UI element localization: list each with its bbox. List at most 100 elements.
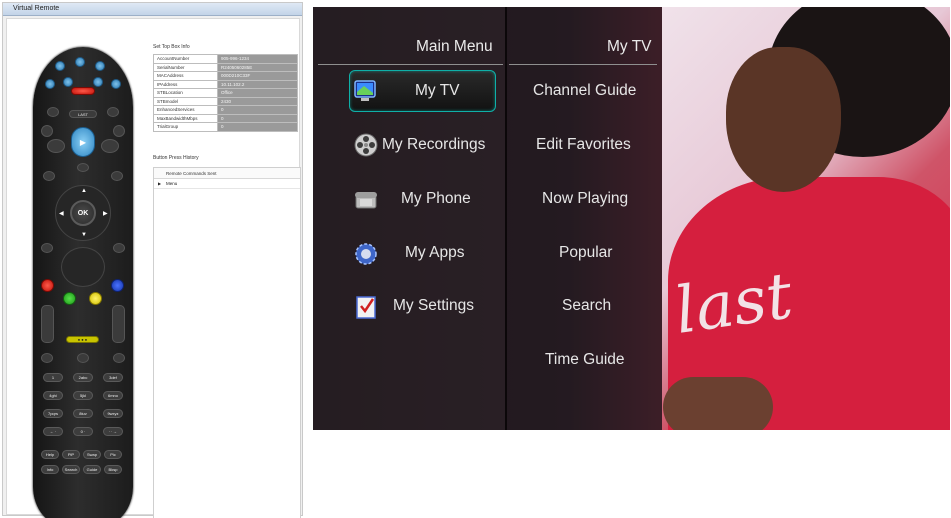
help-key[interactable]: Help: [41, 450, 59, 459]
info-value: 10.11.102.2: [217, 79, 298, 89]
info-key: EnhancedServices: [153, 105, 218, 115]
exit-button[interactable]: [113, 243, 125, 253]
info-key[interactable]: Info: [41, 465, 59, 474]
info-value: 2430: [217, 96, 298, 106]
number-key-7[interactable]: 7pqrs: [43, 409, 63, 418]
red-button[interactable]: [41, 279, 54, 292]
volume-rocker[interactable]: [41, 305, 54, 343]
submenu-header: My TV: [607, 38, 652, 55]
skip-button[interactable]: [113, 125, 125, 137]
tv-screen: last Main Menu My TV My TV My Recordings: [313, 7, 950, 430]
remote-top-button-2[interactable]: [75, 57, 85, 67]
info-row: SerialNumber R2405060285E: [153, 62, 298, 72]
info-row: AccountNumber 905-996-1234: [153, 54, 298, 64]
virtual-remote-window: Virtual Remote LAST ▶ ▲ ▼ ◀ ▶ OK ● ● ● 1…: [2, 2, 303, 518]
info-value: 0: [217, 113, 298, 123]
number-key-3[interactable]: 3def: [103, 373, 123, 382]
main-menu-item-label: My Recordings: [382, 136, 486, 153]
info-row: STBmodel 2430: [153, 96, 298, 106]
remote-top-button-4[interactable]: [45, 79, 55, 89]
button-press-history-list[interactable]: Remote Commands Sent ▶ Menu: [153, 167, 301, 518]
green-button[interactable]: [63, 292, 76, 305]
remote-top-button-7[interactable]: [111, 79, 121, 89]
main-menu-item-label: My Apps: [405, 244, 465, 261]
checklist-icon: [356, 296, 376, 319]
exit-button-top[interactable]: [111, 171, 123, 181]
play-pause-button[interactable]: ▶: [71, 127, 95, 157]
stop-button[interactable]: [77, 163, 89, 172]
ok-button[interactable]: OK: [70, 200, 96, 226]
dpad-up-icon[interactable]: ▲: [81, 188, 87, 194]
number-key-4[interactable]: 4ghi: [43, 391, 63, 400]
info-value: R2405060285E: [217, 62, 298, 72]
guide-key[interactable]: Guide: [83, 465, 101, 474]
back-button[interactable]: [41, 125, 53, 137]
pic-key[interactable]: Pic: [104, 450, 122, 459]
left-transport-button[interactable]: [47, 139, 65, 153]
right-transport-button[interactable]: [101, 139, 119, 153]
remote-top-button-3[interactable]: [95, 61, 105, 71]
number-key-2[interactable]: 2abc: [73, 373, 93, 382]
remote-top-button-6[interactable]: [93, 77, 103, 87]
window-titlebar[interactable]: Virtual Remote: [3, 3, 302, 16]
number-key-left[interactable]: ← ·: [43, 427, 63, 436]
power-button[interactable]: [71, 87, 95, 95]
swap-key[interactable]: Swap: [83, 450, 101, 459]
forward-button[interactable]: [107, 107, 119, 117]
history-row-label: Menu: [166, 181, 178, 186]
number-key-8[interactable]: 8tuv: [73, 409, 93, 418]
virtual-remote-content: LAST ▶ ▲ ▼ ◀ ▶ OK ● ● ● 1 2abc 3def 4ghi…: [6, 18, 301, 518]
info-key: MACAddress: [153, 71, 218, 81]
number-key-9[interactable]: 9wxyz: [103, 409, 123, 418]
info-key: TrialGroup: [153, 122, 218, 132]
submenu-item-time-guide[interactable]: Time Guide: [545, 351, 625, 369]
set-top-box-info-title: Set Top Box Info: [153, 44, 190, 50]
submenu-item-edit-favorites[interactable]: Edit Favorites: [536, 136, 631, 154]
pip-key[interactable]: PiP: [62, 450, 80, 459]
remote-top-button-1[interactable]: [55, 61, 65, 71]
info-row: MaxBandwidthMbps 0: [153, 113, 298, 123]
info-row: EnhancedServices 0: [153, 105, 298, 115]
remote-top-button-5[interactable]: [63, 77, 73, 87]
button-press-history-title: Button Press History: [153, 155, 199, 161]
number-key-1[interactable]: 1: [43, 373, 63, 382]
backspace-key[interactable]: Bksp: [104, 465, 122, 474]
channel-rocker[interactable]: [112, 305, 125, 343]
info-row: TrialGroup 0: [153, 122, 298, 132]
main-menu-item-label: My TV: [415, 82, 460, 99]
dpad-down-icon[interactable]: ▼: [81, 232, 87, 238]
info-key: STBLocation: [153, 88, 218, 98]
search-key[interactable]: Search: [62, 465, 80, 474]
yellow-bar-button[interactable]: ● ● ●: [66, 336, 99, 343]
blue-button[interactable]: [111, 279, 124, 292]
dpad-right-icon[interactable]: ▶: [103, 210, 108, 217]
remote-control: LAST ▶ ▲ ▼ ◀ ▶ OK ● ● ● 1 2abc 3def 4ghi…: [33, 47, 133, 518]
info-value: 000D210C33F: [217, 71, 298, 81]
number-key-5[interactable]: 5jkl: [73, 391, 93, 400]
info-key: AccountNumber: [153, 54, 218, 64]
recall-button[interactable]: [77, 353, 89, 363]
number-key-right[interactable]: ·· →: [103, 427, 123, 436]
last-channel-button[interactable]: [113, 353, 125, 363]
last-button[interactable]: LAST: [69, 110, 97, 118]
menu-button[interactable]: [43, 171, 55, 181]
yellow-button[interactable]: [89, 292, 102, 305]
mute-button[interactable]: [41, 353, 53, 363]
secondary-pad[interactable]: [61, 247, 105, 287]
guide-button[interactable]: [41, 243, 53, 253]
number-key-6[interactable]: 6mno: [103, 391, 123, 400]
window-title: Virtual Remote: [13, 5, 60, 12]
history-row[interactable]: ▶ Menu: [154, 179, 300, 189]
history-column-header[interactable]: Remote Commands Sent: [154, 168, 300, 179]
gear-icon: [355, 243, 377, 265]
number-key-0[interactable]: 0 ·: [73, 427, 93, 436]
dpad-left-icon[interactable]: ◀: [59, 210, 64, 217]
info-key: SerialNumber: [153, 62, 218, 72]
film-reel-icon: [354, 133, 378, 157]
info-key: IPAddress: [153, 79, 218, 89]
submenu-item-popular[interactable]: Popular: [559, 244, 612, 262]
submenu-item-channel-guide[interactable]: Channel Guide: [533, 82, 636, 100]
submenu-item-now-playing[interactable]: Now Playing: [542, 190, 628, 208]
submenu-item-search[interactable]: Search: [562, 297, 611, 315]
rewind-button[interactable]: [47, 107, 59, 117]
